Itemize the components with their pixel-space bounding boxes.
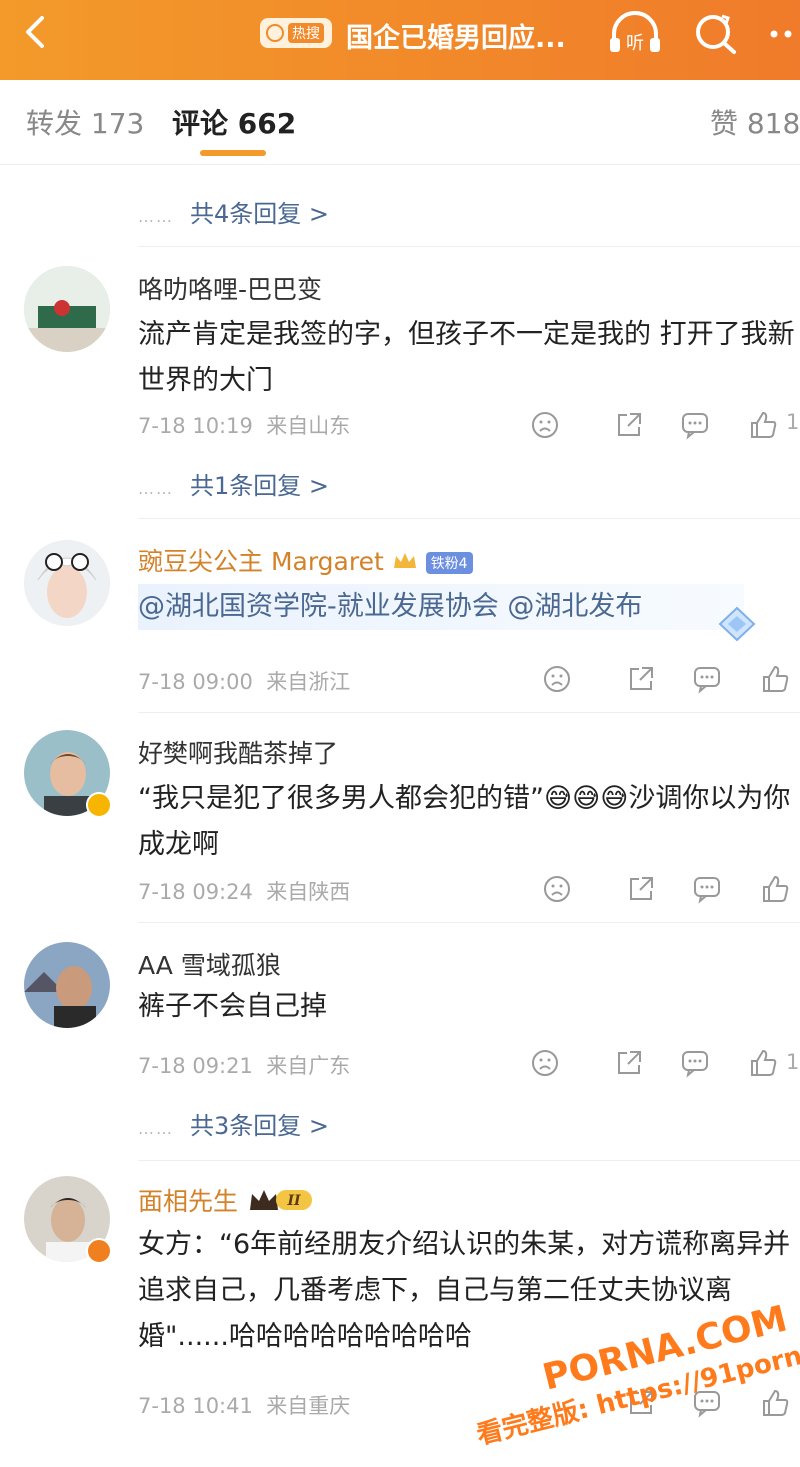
- search-icon: [266, 24, 284, 42]
- comment-icon[interactable]: [680, 1048, 710, 1078]
- dislike-icon[interactable]: [542, 664, 572, 694]
- like-icon[interactable]: [760, 1388, 790, 1418]
- dislike-icon[interactable]: [530, 1048, 560, 1078]
- divider: [138, 246, 800, 247]
- verified-badge: [86, 1238, 112, 1264]
- dislike-icon[interactable]: [530, 410, 560, 440]
- like-icon[interactable]: [760, 664, 790, 694]
- more-icon[interactable]: [768, 10, 800, 56]
- page-title: 国企已婚男回应...: [346, 23, 566, 54]
- avatar[interactable]: [24, 540, 110, 626]
- avatar[interactable]: [24, 942, 110, 1028]
- divider: [138, 518, 800, 519]
- comment-meta: 7-18 09:21 来自广东: [138, 1054, 351, 1078]
- comment-meta: 7-18 09:24 来自陕西: [138, 880, 351, 904]
- comment-meta: 7-18 09:00 来自浙江: [138, 670, 351, 694]
- share-icon[interactable]: [626, 874, 656, 904]
- tab-repost[interactable]: 转发 173: [26, 102, 144, 142]
- hot-label: 热搜: [288, 23, 324, 43]
- headphones-icon[interactable]: 听: [606, 10, 664, 56]
- divider: [138, 1160, 800, 1161]
- rank-badge: II: [246, 1186, 318, 1220]
- commenter-name[interactable]: 面相先生 II: [138, 1182, 318, 1220]
- commenter-name[interactable]: 咯叻咯哩-巴巴变: [138, 270, 322, 306]
- share-icon[interactable]: [626, 664, 656, 694]
- comment-text: @湖北国资学院-就业发展协会 @湖北发布: [138, 584, 744, 630]
- view-replies-link[interactable]: …… 共1条回复 >: [138, 466, 329, 501]
- comment-text: 流产肯定是我签的字，但孩子不一定是我的 打开了我新世界的大门: [138, 319, 795, 396]
- tab-likes[interactable]: 赞 8188: [710, 102, 800, 142]
- avatar[interactable]: [24, 266, 110, 352]
- share-icon[interactable]: [614, 1048, 644, 1078]
- top-bar: 热搜 国企已婚男回应... 听: [0, 0, 800, 80]
- view-replies-link[interactable]: …… 共3条回复 >: [138, 1106, 329, 1141]
- share-icon[interactable]: [614, 410, 644, 440]
- search-refresh-icon[interactable]: [692, 10, 738, 56]
- like-count: 1: [786, 410, 800, 434]
- crown-icon: [392, 549, 418, 578]
- like-icon[interactable]: [748, 410, 778, 440]
- back-arrow-icon[interactable]: [18, 12, 54, 52]
- fan-badge: 铁粉4: [425, 552, 473, 574]
- active-tab-indicator: [200, 150, 266, 156]
- like-icon[interactable]: [760, 874, 790, 904]
- divider: [138, 922, 800, 923]
- divider: [138, 712, 800, 713]
- dislike-icon[interactable]: [542, 874, 572, 904]
- tab-bar: 转发 173 评论 662 赞 8188: [0, 80, 800, 165]
- commenter-name[interactable]: 好樊啊我酷茶掉了: [138, 734, 338, 770]
- view-replies-link[interactable]: …… 共4条回复 >: [138, 194, 329, 229]
- commenter-name[interactable]: 豌豆尖公主 Margaret 铁粉4: [138, 542, 473, 578]
- verified-badge: [86, 792, 112, 818]
- listen-label: 听: [626, 33, 644, 54]
- rank-text: II: [286, 1193, 301, 1209]
- like-count: 1: [786, 1050, 800, 1074]
- hot-search-badge[interactable]: 热搜: [260, 18, 332, 48]
- comment-text: “我只是犯了很多男人都会犯的错”😅😅😅沙调你以为你成龙啊: [138, 783, 791, 860]
- like-icon[interactable]: [748, 1048, 778, 1078]
- diamond-icon: [718, 606, 756, 642]
- comment-meta: 7-18 10:19 来自山东: [138, 414, 351, 438]
- comment-icon[interactable]: [680, 410, 710, 440]
- comment-icon[interactable]: [692, 874, 722, 904]
- comment-meta: 7-18 10:41 来自重庆: [138, 1394, 351, 1418]
- comment-text: 裤子不会自己掉: [138, 991, 327, 1022]
- comment-icon[interactable]: [692, 664, 722, 694]
- commenter-name[interactable]: AA 雪域孤狼: [138, 946, 281, 982]
- tab-comments[interactable]: 评论 662: [172, 102, 296, 142]
